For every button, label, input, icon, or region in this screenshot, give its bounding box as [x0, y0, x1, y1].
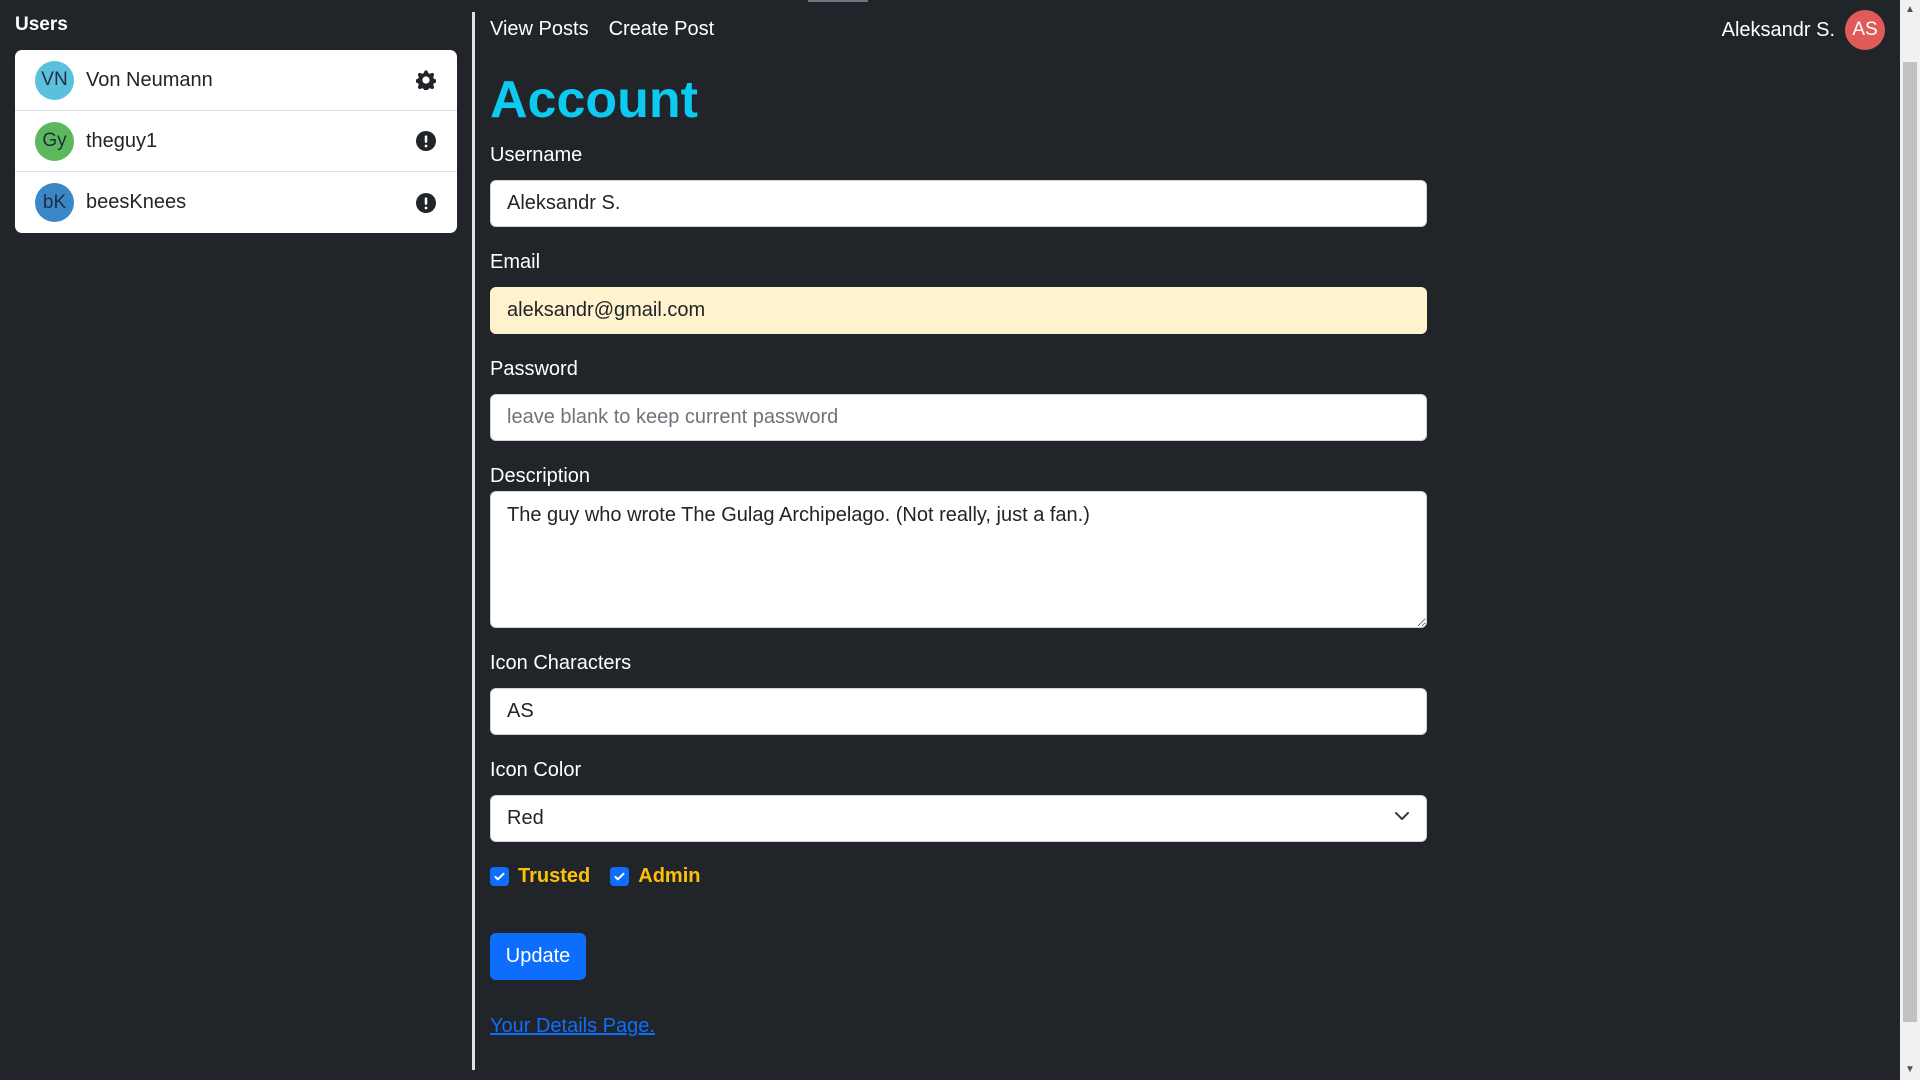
exclamation-icon[interactable]: [415, 192, 437, 214]
checkmark-icon[interactable]: [610, 867, 630, 886]
details-page-link[interactable]: Your Details Page.: [490, 1015, 655, 1038]
scroll-down-arrow-icon[interactable]: ▼: [1905, 1065, 1915, 1075]
top-nav: View Posts Create Post: [490, 18, 714, 41]
user-name: Von Neumann: [86, 68, 213, 91]
page-scrollbar[interactable]: ▲ ▼: [1900, 0, 1920, 1080]
email-input[interactable]: [490, 287, 1427, 334]
exclamation-icon[interactable]: [415, 130, 437, 152]
gear-icon[interactable]: [415, 69, 437, 91]
avatar: bK: [35, 183, 74, 222]
password-label: Password: [490, 358, 578, 380]
avatar: Gy: [35, 121, 74, 161]
scroll-up-arrow-icon[interactable]: ▲: [1905, 5, 1915, 15]
admin-label: Admin: [638, 865, 701, 887]
user-item-von-neumann[interactable]: VN Von Neumann: [15, 50, 457, 111]
current-user-name: Aleksandr S.: [1721, 18, 1835, 41]
page-title: Account: [490, 71, 698, 129]
user-item-beesknees[interactable]: bK beesKnees: [15, 172, 457, 233]
avatar-initials: AS: [1852, 19, 1878, 40]
role-checkboxes: Trusted Admin: [490, 865, 700, 888]
create-post-link[interactable]: Create Post: [609, 18, 715, 41]
update-button[interactable]: Update: [490, 933, 586, 980]
email-label: Email: [490, 251, 541, 273]
description-textarea[interactable]: The guy who wrote The Gulag Archipelago.…: [490, 491, 1427, 628]
sidebar-title: Users: [15, 14, 68, 35]
description-label: Description: [490, 465, 591, 487]
icon-color-select[interactable]: Red: [490, 795, 1427, 842]
username-label: Username: [490, 144, 583, 166]
chevron-down-icon: [1394, 807, 1410, 830]
top-tab-indicator: [808, 0, 868, 2]
sidebar-divider: [472, 12, 475, 1070]
trusted-checkbox[interactable]: Trusted: [490, 865, 590, 888]
avatar: AS: [1845, 10, 1885, 50]
view-posts-link[interactable]: View Posts: [490, 18, 589, 41]
user-item-theguy1[interactable]: Gy theguy1: [15, 111, 457, 172]
current-user-menu[interactable]: Aleksandr S. AS: [1722, 10, 1885, 50]
scroll-thumb[interactable]: [1903, 62, 1917, 1022]
admin-checkbox[interactable]: Admin: [610, 865, 700, 888]
icon-characters-label: Icon Characters: [490, 652, 632, 674]
user-name: beesKnees: [86, 191, 187, 213]
user-name: theguy1: [86, 129, 158, 152]
avatar-initials: bK: [42, 191, 67, 213]
icon-characters-input[interactable]: [490, 688, 1427, 735]
avatar-initials: Gy: [42, 130, 67, 151]
icon-color-label: Icon Color: [490, 759, 582, 781]
icon-color-value: Red: [507, 807, 544, 829]
user-list: VN Von Neumann Gy theguy1 bK beesKnees: [15, 50, 457, 233]
avatar-initials: VN: [41, 69, 68, 90]
password-input[interactable]: [490, 394, 1427, 441]
checkmark-icon[interactable]: [490, 867, 509, 886]
users-sidebar: Users VN Von Neumann Gy theguy1 bK beesK…: [0, 0, 473, 1080]
trusted-label: Trusted: [518, 865, 591, 887]
avatar: VN: [35, 60, 74, 100]
username-input[interactable]: [490, 180, 1427, 227]
